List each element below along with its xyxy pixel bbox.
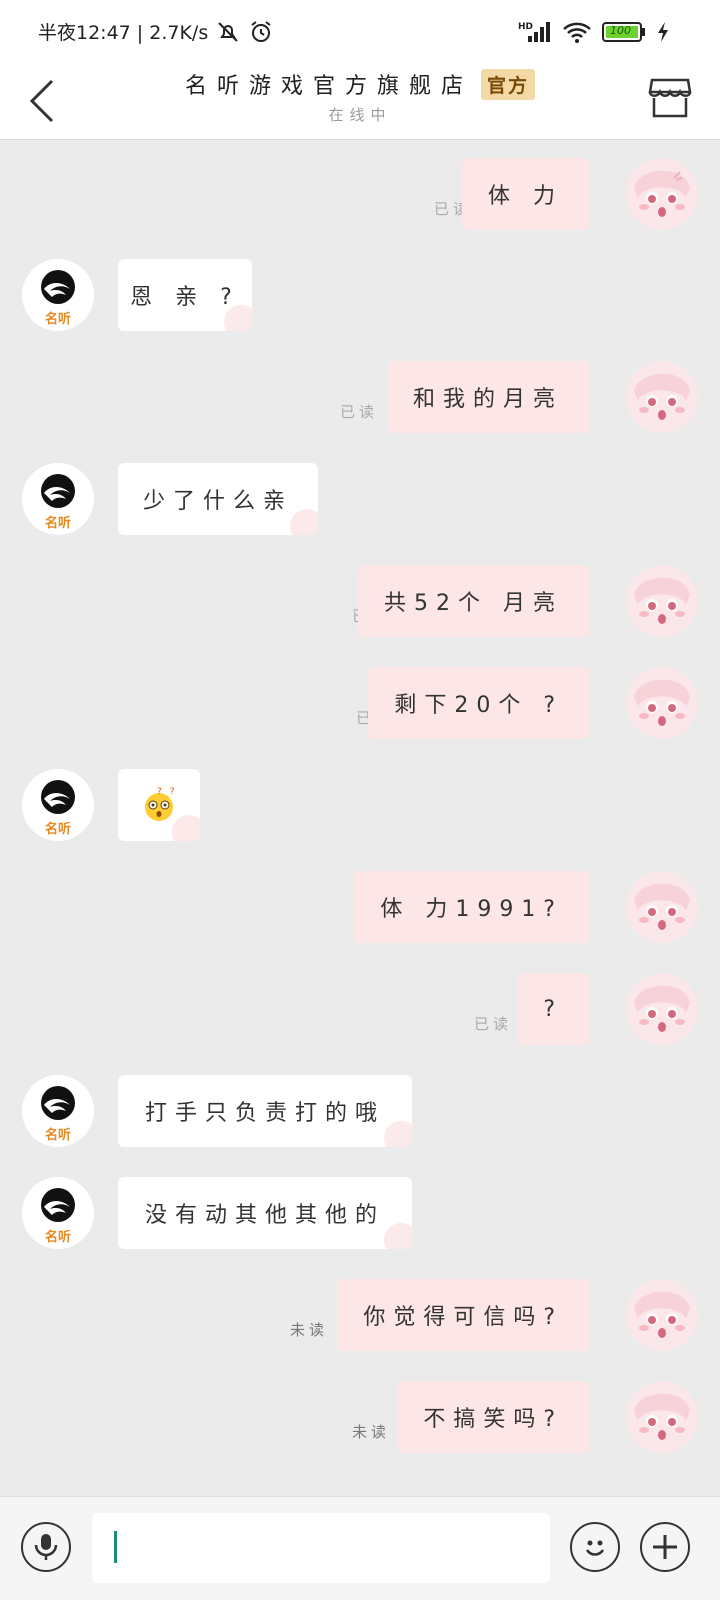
- message-row: 已读 剩下20个 ?: [0, 667, 720, 747]
- paw-watermark-icon: [290, 509, 318, 535]
- status-bar: 半夜12:47 | 2.7K/s HD 100: [0, 0, 720, 64]
- message-bubble-theirs[interactable]: ??: [118, 769, 200, 841]
- plus-icon: [653, 1535, 677, 1559]
- store-button[interactable]: [648, 76, 692, 120]
- shop-avatar-label: 名听: [44, 516, 71, 531]
- message-bubble-mine[interactable]: 你觉得可信吗?: [337, 1279, 589, 1351]
- message-row: 名听 恩 亲 ?: [0, 259, 720, 339]
- read-receipt: 未读: [351, 1423, 390, 1441]
- svg-text:??: ??: [157, 787, 177, 797]
- input-bar: [0, 1496, 720, 1600]
- voice-button[interactable]: [21, 1522, 71, 1572]
- title-area[interactable]: 名听游戏官方旗舰店 官方 在线中: [0, 68, 720, 125]
- online-status: 在线中: [328, 106, 392, 124]
- message-row: 未读 不搞笑吗?: [0, 1381, 720, 1461]
- signal-icon: HD: [518, 20, 552, 44]
- message-row: 已读 体 力: [0, 158, 720, 238]
- message-bubble-theirs[interactable]: 恩 亲 ?: [118, 259, 252, 331]
- status-bar-left: 半夜12:47 | 2.7K/s: [38, 18, 274, 45]
- chat-header: 名听游戏官方旗舰店 官方 在线中: [0, 64, 720, 140]
- message-bubble-mine[interactable]: 剩下20个 ?: [368, 667, 589, 739]
- my-avatar[interactable]: [626, 667, 698, 739]
- message-text: 恩 亲 ?: [130, 285, 240, 310]
- my-avatar[interactable]: [626, 871, 698, 943]
- message-bubble-theirs[interactable]: 没有动其他其他的: [118, 1177, 412, 1249]
- message-bubble-mine[interactable]: 体 力: [462, 158, 589, 230]
- shop-avatar[interactable]: 名听: [22, 259, 94, 331]
- message-bubble-theirs[interactable]: 少了什么亲: [118, 463, 318, 535]
- store-icon: [648, 78, 692, 118]
- message-row: 已读 共52个 月亮: [0, 565, 720, 645]
- message-row: 名听 ??: [0, 769, 720, 849]
- emoji-button[interactable]: [570, 1522, 620, 1572]
- paw-watermark-icon: [172, 815, 200, 841]
- confused-emoji-icon: ??: [145, 787, 177, 821]
- my-avatar[interactable]: [626, 565, 698, 637]
- message-input[interactable]: [92, 1513, 550, 1583]
- wifi-icon: [562, 20, 592, 44]
- time-and-speed: 半夜12:47 | 2.7K/s: [38, 22, 209, 44]
- shop-avatar[interactable]: 名听: [22, 1177, 94, 1249]
- message-row: 已读 ?: [0, 973, 720, 1053]
- message-bubble-mine[interactable]: 不搞笑吗?: [397, 1381, 589, 1453]
- network-label: HD: [518, 22, 533, 32]
- my-avatar[interactable]: [626, 1381, 698, 1453]
- message-text: 没有动其他其他的: [144, 1203, 385, 1228]
- message-bubble-theirs[interactable]: 打手只负责打的哦: [118, 1075, 412, 1147]
- shop-avatar-label: 名听: [44, 1230, 71, 1245]
- my-avatar[interactable]: [626, 158, 698, 230]
- alarm-icon: [248, 19, 274, 45]
- charging-icon: [656, 21, 670, 43]
- paw-watermark-icon: [384, 1223, 412, 1249]
- paw-watermark-icon: [384, 1121, 412, 1147]
- chat-message-list[interactable]: 已读 体 力 名听 恩 亲 ? 已读 和我的月亮 名听 少了什么亲 共52个 月…: [0, 141, 720, 1496]
- my-avatar[interactable]: [626, 361, 698, 433]
- message-bubble-mine[interactable]: 和我的月亮: [386, 361, 589, 433]
- shop-avatar[interactable]: 名听: [22, 463, 94, 535]
- battery-level: 100: [610, 24, 631, 37]
- message-row: 名听 没有动其他其他的: [0, 1177, 720, 1257]
- shop-avatar-label: 名听: [44, 1128, 71, 1143]
- microphone-icon: [34, 1534, 58, 1560]
- message-row: 已读 体 力1991?: [0, 871, 720, 951]
- read-receipt: 已读: [339, 403, 378, 421]
- message-row: 名听 少了什么亲: [0, 463, 720, 543]
- paw-watermark-icon: [224, 305, 252, 331]
- read-receipt: 已读: [473, 1015, 512, 1033]
- message-bubble-mine[interactable]: 共52个 月亮: [358, 565, 589, 637]
- official-badge: 官方: [481, 69, 536, 100]
- message-row: 名听 打手只负责打的哦: [0, 1075, 720, 1155]
- message-text: 少了什么亲: [143, 489, 294, 514]
- read-receipt: 未读: [289, 1321, 328, 1339]
- message-bubble-mine[interactable]: ?: [517, 973, 589, 1045]
- more-button[interactable]: [640, 1522, 690, 1572]
- shop-avatar-label: 名听: [44, 312, 71, 327]
- status-bar-right: HD 100: [518, 20, 670, 44]
- shop-avatar[interactable]: 名听: [22, 769, 94, 841]
- page-title: 名听游戏官方旗舰店 官方: [184, 68, 536, 100]
- message-row: 未读 你觉得可信吗?: [0, 1279, 720, 1359]
- message-row: 已读 和我的月亮: [0, 361, 720, 441]
- message-text: 打手只负责打的哦: [144, 1101, 385, 1126]
- my-avatar[interactable]: [626, 973, 698, 1045]
- shop-avatar[interactable]: 名听: [22, 1075, 94, 1147]
- shop-name: 名听游戏官方旗舰店: [184, 74, 473, 99]
- emoji-icon: [585, 1540, 605, 1556]
- bell-off-icon: [216, 20, 240, 44]
- my-avatar[interactable]: [626, 1279, 698, 1351]
- shop-avatar-label: 名听: [44, 822, 71, 837]
- battery-icon: 100: [602, 21, 646, 43]
- text-caret: [114, 1531, 117, 1563]
- message-bubble-mine[interactable]: 体 力1991?: [354, 871, 589, 943]
